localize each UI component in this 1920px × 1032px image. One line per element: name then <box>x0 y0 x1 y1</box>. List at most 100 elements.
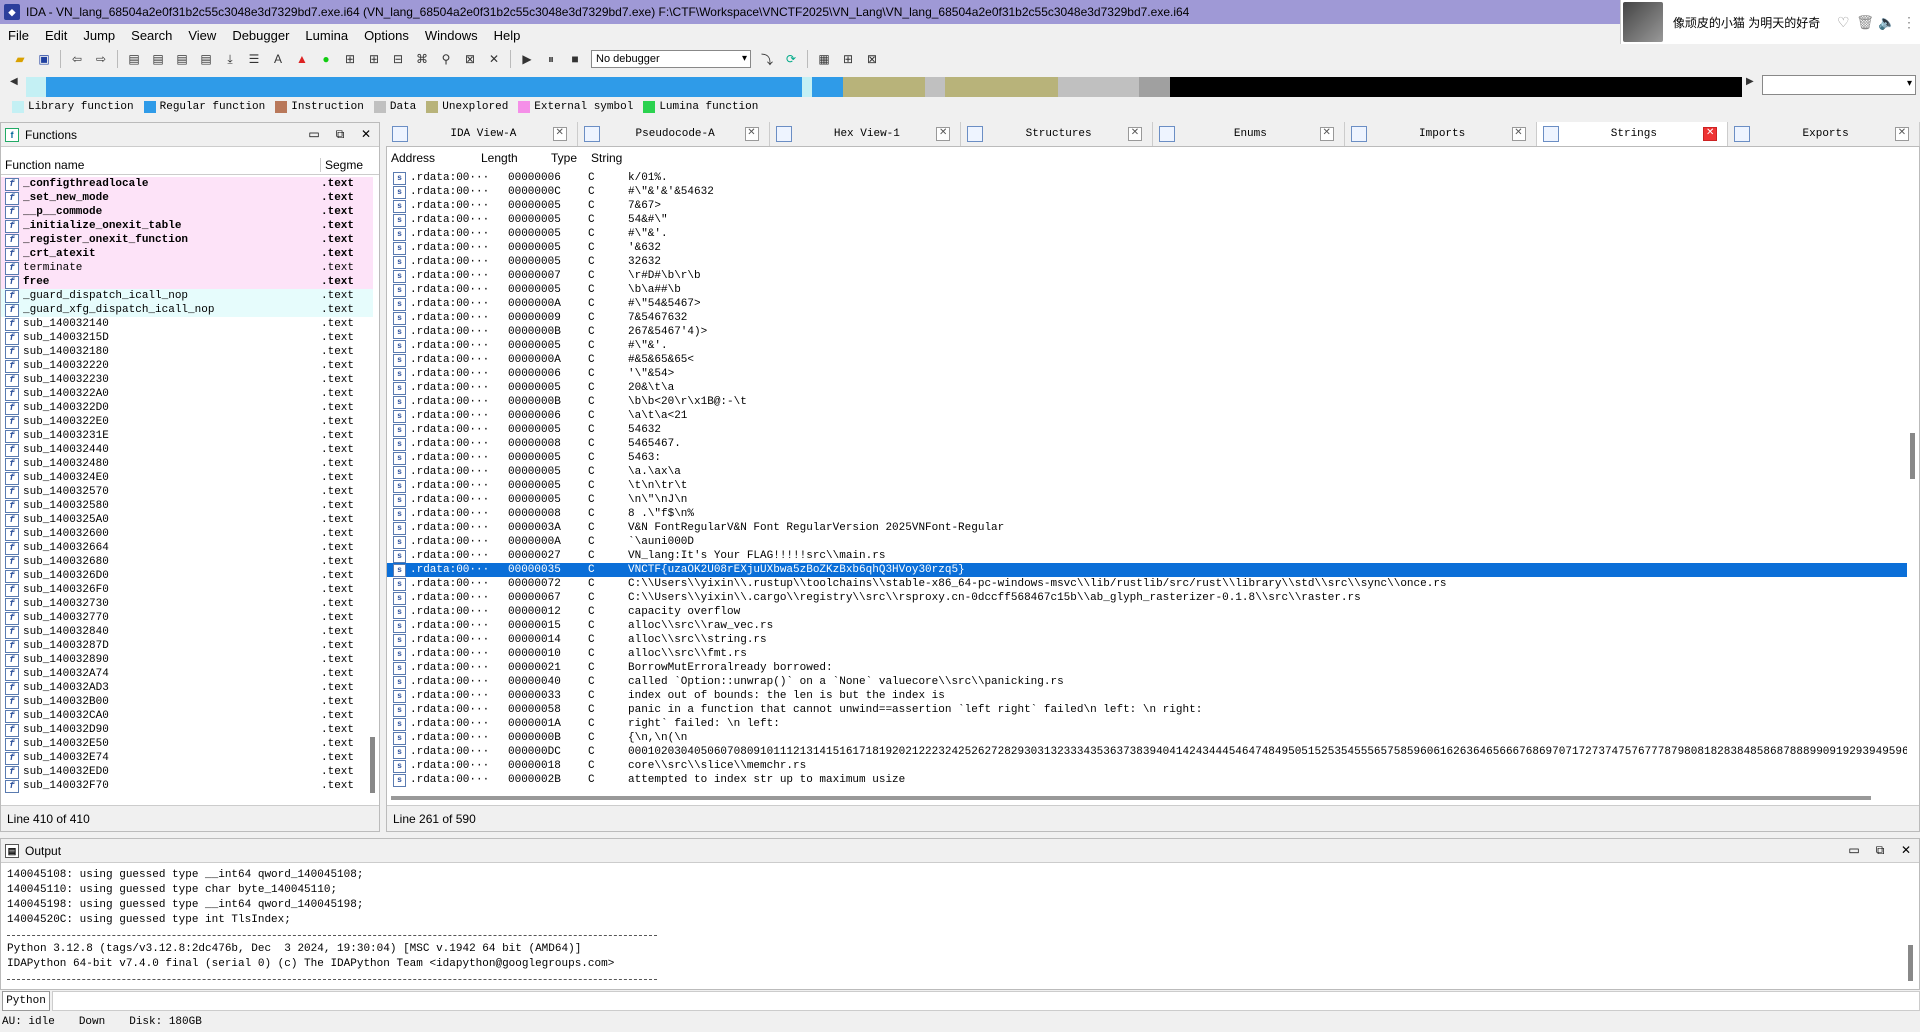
function-row[interactable]: f _crt_atexit .text <box>1 247 373 261</box>
function-row[interactable]: f sub_140032D90 .text <box>1 723 373 737</box>
func-add-icon[interactable]: ⊞ <box>364 50 384 68</box>
menu-windows[interactable]: Windows <box>417 28 486 43</box>
string-row[interactable]: s .rdata:00··· 00000058 Cpanic in a functio… <box>387 703 1907 717</box>
function-row[interactable]: f _configthreadlocale .text <box>1 177 373 191</box>
function-row[interactable]: f sub_140032770 .text <box>1 611 373 625</box>
nav-segment[interactable] <box>843 77 925 97</box>
column-length[interactable]: Length <box>477 151 547 165</box>
func-edit-icon[interactable]: ⊟ <box>388 50 408 68</box>
function-row[interactable]: f sub_140032680 .text <box>1 555 373 569</box>
function-row[interactable]: f sub_1400325A0 .text <box>1 513 373 527</box>
function-row[interactable]: f sub_1400324E0 .text <box>1 471 373 485</box>
step-into-icon[interactable]: ⤵ <box>757 50 777 68</box>
string-row[interactable]: s .rdata:00··· 00000006 Ck/01%. <box>387 171 1907 185</box>
string-row[interactable]: s .rdata:00··· 00000005 C \b\a##\b <box>387 283 1907 297</box>
save-icon[interactable]: ▣ <box>34 50 54 68</box>
function-row[interactable]: f sub_140032664 .text <box>1 541 373 555</box>
tab-ida-view-a[interactable]: IDA View-A ✕ <box>386 122 578 146</box>
string-row[interactable]: s .rdata:00··· 00000006 C \a\t\a<21 <box>387 409 1907 423</box>
function-row[interactable]: f sub_14003287D .text <box>1 639 373 653</box>
nav-segment[interactable] <box>945 77 1058 97</box>
graph-red-icon[interactable]: ▲ <box>292 50 312 68</box>
func-icon[interactable]: ⊞ <box>340 50 360 68</box>
string-row[interactable]: s .rdata:00··· 00000027 C VN_lang:It's Your … <box>387 549 1907 563</box>
step-over-icon[interactable]: ⟳ <box>781 50 801 68</box>
function-row[interactable]: f sub_140032890 .text <box>1 653 373 667</box>
menu-search[interactable]: Search <box>123 28 180 43</box>
string-row[interactable]: s .rdata:00··· 00000005 C \a.\ax\a <box>387 465 1907 479</box>
breakpoint-remove-icon[interactable]: ⊠ <box>862 50 882 68</box>
nav-right-arrow-icon[interactable]: ▶ <box>1746 76 1754 87</box>
function-row[interactable]: f sub_140032AD3 .text <box>1 681 373 695</box>
pause-icon[interactable]: ⏸ <box>541 50 561 68</box>
string-row[interactable]: s .rdata:00··· 00000067 C C:\\Users\\yixin\\… <box>387 591 1907 605</box>
back-arrow-icon[interactable]: ⇦ <box>67 50 87 68</box>
function-row[interactable]: f sub_1400322E0 .text <box>1 415 373 429</box>
binary-icon-4[interactable]: ▤ <box>196 50 216 68</box>
menu-file[interactable]: File <box>0 28 37 43</box>
nav-left-arrow-icon[interactable]: ◀ <box>10 76 18 87</box>
nav-segment[interactable] <box>802 77 813 97</box>
function-row[interactable]: f sub_140032140 .text <box>1 317 373 331</box>
function-row[interactable]: f _set_new_mode .text <box>1 191 373 205</box>
function-row[interactable]: f sub_140032730 .text <box>1 597 373 611</box>
function-row[interactable]: f sub_140032ED0 .text <box>1 765 373 779</box>
tab-structures[interactable]: Structures ✕ <box>961 122 1153 146</box>
strings-vscrollbar[interactable] <box>1909 171 1917 793</box>
tab-pseudocode-a[interactable]: Pseudocode-A ✕ <box>578 122 770 146</box>
green-circle-icon[interactable]: ● <box>316 50 336 68</box>
list-icon[interactable]: ☰ <box>244 50 264 68</box>
tab-close-icon[interactable]: ✕ <box>1128 127 1142 141</box>
function-row[interactable]: f sub_140032B00 .text <box>1 695 373 709</box>
function-row[interactable]: f sub_140032840 .text <box>1 625 373 639</box>
string-row[interactable]: s .rdata:00··· 00000072 C C:\\Users\\yixin\\… <box>387 577 1907 591</box>
string-row[interactable]: s .rdata:00··· 00000005 C 5463: <box>387 451 1907 465</box>
navigation-strip[interactable] <box>26 77 1742 97</box>
string-row[interactable]: s .rdata:00··· 00000005 C 54632 <box>387 423 1907 437</box>
open-folder-icon[interactable]: ▰ <box>10 50 30 68</box>
tab-close-icon[interactable]: ✕ <box>1703 127 1718 141</box>
function-row[interactable]: f sub_140032480 .text <box>1 457 373 471</box>
functions-scrollbar[interactable] <box>369 177 377 795</box>
column-string[interactable]: String <box>587 151 622 165</box>
function-row[interactable]: f sub_1400322D0 .text <box>1 401 373 415</box>
string-row[interactable]: s .rdata:00··· 00000033 Cindex out of bound… <box>387 689 1907 703</box>
nav-segment[interactable] <box>1169 77 1742 97</box>
forward-arrow-icon[interactable]: ⇨ <box>91 50 111 68</box>
string-row[interactable]: s .rdata:00··· 0000000B C 267&5467'4)> <box>387 325 1907 339</box>
menu-options[interactable]: Options <box>356 28 417 43</box>
nav-address-dropdown[interactable]: ▾ <box>1762 75 1916 95</box>
function-row[interactable]: f sub_140032A74 .text <box>1 667 373 681</box>
string-row[interactable]: s .rdata:00··· 00000005 C 7&67> <box>387 199 1907 213</box>
column-type[interactable]: Type <box>547 151 587 165</box>
column-address[interactable]: Address <box>387 151 477 165</box>
close-icon[interactable]: ✕ <box>1893 843 1919 858</box>
function-row[interactable]: f sub_140032F70 .text <box>1 779 373 793</box>
string-row[interactable]: s .rdata:00··· 00000018 Ccore\\src\\slice\\… <box>387 759 1907 773</box>
nav-segment[interactable] <box>1139 77 1170 97</box>
function-row[interactable]: f sub_140032600 .text <box>1 527 373 541</box>
maximize-icon[interactable]: ▭ <box>301 127 327 142</box>
string-row[interactable]: s .rdata:00··· 0000003A C V&N FontRegularV&N… <box>387 521 1907 535</box>
heart-icon[interactable]: ♡ <box>1832 14 1854 31</box>
string-row[interactable]: s .rdata:00··· 00000008 C 8 .\"f$\n% <box>387 507 1907 521</box>
menu-lumina[interactable]: Lumina <box>297 28 356 43</box>
menu-jump[interactable]: Jump <box>75 28 123 43</box>
string-row[interactable]: s .rdata:00··· 0000000B C {\n,\n(\n <box>387 731 1907 745</box>
download-icon[interactable]: ⤓ <box>220 50 240 68</box>
string-row[interactable]: s .rdata:00··· 000000DC C 000102030405060708… <box>387 745 1907 759</box>
function-row[interactable]: f terminate .text <box>1 261 373 275</box>
string-row[interactable]: s .rdata:00··· 00000005 C 20&\t\a <box>387 381 1907 395</box>
float-icon[interactable]: ⧉ <box>327 127 353 142</box>
function-row[interactable]: f sub_14003231E .text <box>1 429 373 443</box>
tab-imports[interactable]: Imports ✕ <box>1345 122 1537 146</box>
scroll-thumb[interactable] <box>1910 433 1915 479</box>
tab-close-icon[interactable]: ✕ <box>552 127 567 141</box>
string-row[interactable]: s .rdata:00··· 0000000C C #\"&'&'&54632 <box>387 185 1907 199</box>
string-row[interactable]: s .rdata:00··· 0000000B C \b\b<20\r\x1B@:-\t <box>387 395 1907 409</box>
output-text[interactable]: 140045108: using guessed type __int64 qw… <box>7 869 1897 989</box>
function-row[interactable]: f free .text <box>1 275 373 289</box>
nav-segment[interactable] <box>1057 77 1140 97</box>
string-row[interactable]: s .rdata:00··· 00000040 Ccalled `Option::un… <box>387 675 1907 689</box>
function-row[interactable]: f sub_1400326D0 .text <box>1 569 373 583</box>
